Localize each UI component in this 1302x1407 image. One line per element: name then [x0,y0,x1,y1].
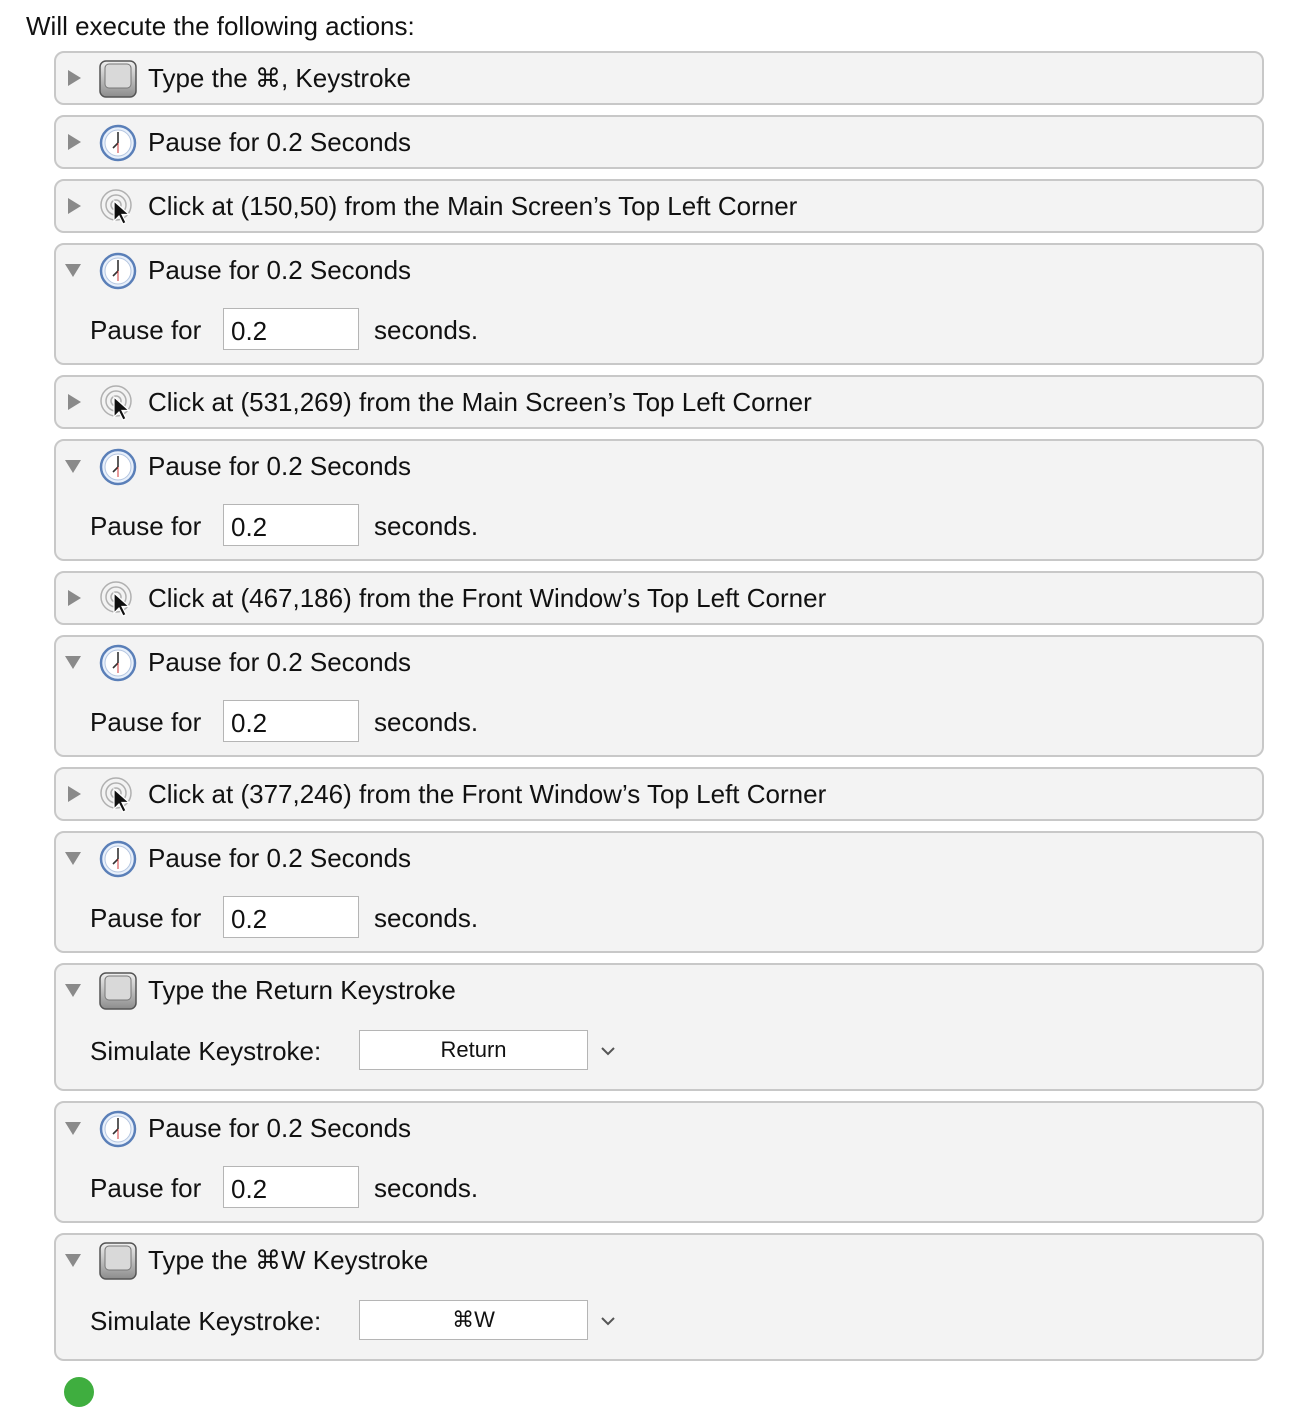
pause-label: Pause for [90,903,202,933]
mouse-click-icon [100,777,132,813]
action-pause[interactable]: Pause for 0.2 Seconds Pause for 0.2 seco… [54,831,1264,953]
disclosure-triangle[interactable] [65,984,81,997]
disclosure-triangle[interactable] [65,1254,81,1267]
disclosure-triangle[interactable] [68,786,81,802]
keyboard-key-icon [99,60,137,98]
action-keystroke[interactable]: Type the ⌘, Keystroke [54,51,1264,105]
pause-seconds-field[interactable]: 0.2 [223,504,359,546]
pause-seconds-field[interactable]: 0.2 [223,896,359,938]
mouse-click-icon [100,581,132,617]
disclosure-triangle[interactable] [65,460,81,473]
action-click[interactable]: Click at (467,186) from the Front Window… [54,571,1264,625]
action-keystroke[interactable]: Type the Return Keystroke Simulate Keyst… [54,963,1264,1091]
keyboard-key-icon [99,972,137,1010]
chevron-down-icon[interactable] [600,1045,616,1057]
keystroke-popup[interactable]: ⌘W [359,1300,588,1340]
seconds-unit-label: seconds. [374,315,479,345]
action-title: Pause for 0.2 Seconds [148,843,412,873]
action-title: Click at (150,50) from the Main Screen’s… [148,191,798,221]
action-title: Pause for 0.2 Seconds [148,255,412,285]
disclosure-triangle[interactable] [68,394,81,410]
keyboard-key-icon [99,1242,137,1280]
disclosure-triangle[interactable] [68,590,81,606]
pause-label: Pause for [90,707,202,737]
action-title: Click at (377,246) from the Front Window… [148,779,827,809]
clock-icon [99,1110,137,1148]
disclosure-triangle[interactable] [68,70,81,86]
mouse-click-icon [100,189,132,225]
seconds-unit-label: seconds. [374,1173,479,1203]
action-title: Pause for 0.2 Seconds [148,647,412,677]
action-title: Click at (467,186) from the Front Window… [148,583,827,613]
clock-icon [99,124,137,162]
action-title: Type the Return Keystroke [148,975,456,1005]
action-pause[interactable]: Pause for 0.2 Seconds Pause for 0.2 seco… [54,243,1264,365]
disclosure-triangle[interactable] [65,264,81,277]
action-title: Pause for 0.2 Seconds [148,1113,412,1143]
action-pause[interactable]: Pause for 0.2 Seconds Pause for 0.2 seco… [54,1101,1264,1223]
action-title: Pause for 0.2 Seconds [148,451,412,481]
action-title: Type the ⌘, Keystroke [148,63,412,93]
action-click[interactable]: Click at (150,50) from the Main Screen’s… [54,179,1264,233]
seconds-unit-label: seconds. [374,707,479,737]
simulate-keystroke-label: Simulate Keystroke: [90,1036,322,1066]
actions-header: Will execute the following actions: [26,11,415,41]
simulate-keystroke-label: Simulate Keystroke: [90,1306,322,1336]
disclosure-triangle[interactable] [65,852,81,865]
disclosure-triangle[interactable] [68,134,81,150]
pause-seconds-field[interactable]: 0.2 [223,308,359,350]
disclosure-triangle[interactable] [65,1122,81,1135]
status-indicator-icon [64,1377,94,1407]
keystroke-popup[interactable]: Return [359,1030,588,1070]
clock-icon [99,840,137,878]
disclosure-triangle[interactable] [65,656,81,669]
action-title: Pause for 0.2 Seconds [148,127,412,157]
action-click[interactable]: Click at (531,269) from the Main Screen’… [54,375,1264,429]
clock-icon [99,644,137,682]
action-click[interactable]: Click at (377,246) from the Front Window… [54,767,1264,821]
clock-icon [99,252,137,290]
pause-label: Pause for [90,1173,202,1203]
pause-seconds-field[interactable]: 0.2 [223,1166,359,1208]
action-pause[interactable]: Pause for 0.2 Seconds Pause for 0.2 seco… [54,439,1264,561]
pause-label: Pause for [90,315,202,345]
pause-label: Pause for [90,511,202,541]
action-title: Type the ⌘W Keystroke [148,1245,429,1275]
seconds-unit-label: seconds. [374,511,479,541]
action-title: Click at (531,269) from the Main Screen’… [148,387,812,417]
seconds-unit-label: seconds. [374,903,479,933]
action-pause[interactable]: Pause for 0.2 Seconds Pause for 0.2 seco… [54,635,1264,757]
action-keystroke[interactable]: Type the ⌘W Keystroke Simulate Keystroke… [54,1233,1264,1361]
action-pause[interactable]: Pause for 0.2 Seconds [54,115,1264,169]
disclosure-triangle[interactable] [68,198,81,214]
pause-seconds-field[interactable]: 0.2 [223,700,359,742]
mouse-click-icon [100,385,132,421]
chevron-down-icon[interactable] [600,1315,616,1327]
clock-icon [99,448,137,486]
